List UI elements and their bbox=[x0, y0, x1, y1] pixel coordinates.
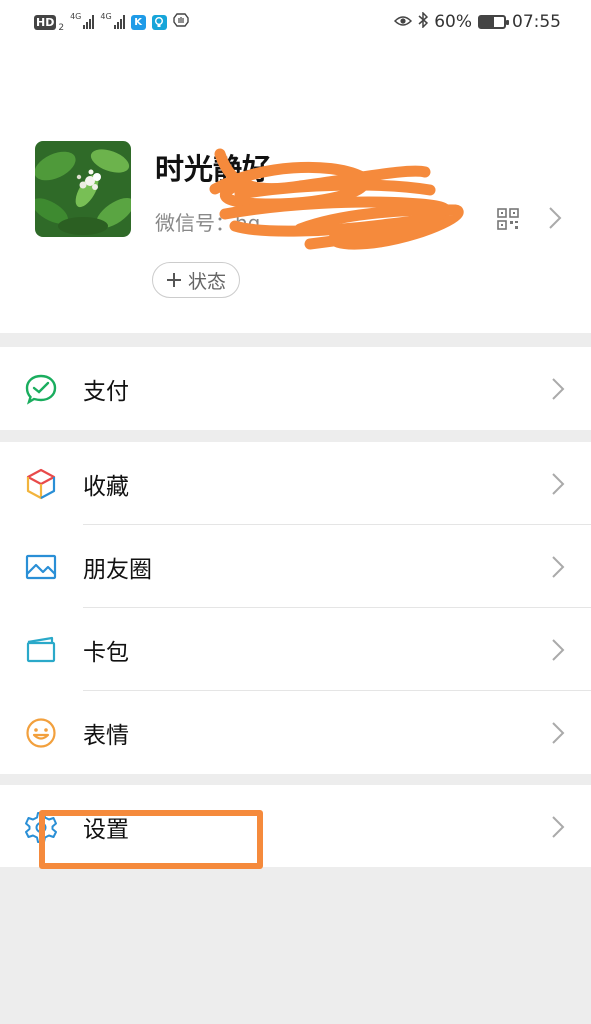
chevron-right-icon bbox=[552, 555, 565, 578]
avatar[interactable] bbox=[35, 141, 131, 237]
qr-code-icon[interactable] bbox=[497, 208, 519, 230]
network-type-label-2: 4G bbox=[100, 11, 112, 21]
wechat-id: 微信号：hq... bbox=[155, 211, 280, 235]
menu-item-favorites-label: 收藏 bbox=[83, 473, 129, 500]
picture-icon bbox=[25, 554, 57, 579]
chevron-right-icon bbox=[552, 721, 565, 744]
status-bar-right: 60% 07:55 bbox=[394, 10, 561, 33]
status-button-label: 状态 bbox=[187, 270, 226, 293]
chevron-right-icon bbox=[552, 472, 565, 495]
eye-icon bbox=[394, 12, 413, 32]
battery-percent: 60% bbox=[434, 12, 472, 32]
battery-icon bbox=[478, 15, 509, 29]
plus-icon bbox=[166, 273, 181, 287]
hd-sim-index: 2 bbox=[58, 22, 65, 33]
clock: 07:55 bbox=[512, 12, 561, 32]
status-bar-left: HD 2 4G 4G K bbox=[34, 12, 189, 33]
profile-nickname: 时光静好 bbox=[155, 152, 272, 186]
hand-icon bbox=[172, 12, 189, 33]
avatar-plant-image bbox=[35, 141, 131, 237]
network-type-label: 4G bbox=[70, 11, 82, 21]
profile-header[interactable]: 时光静好 微信号：hq... 状态 bbox=[0, 44, 591, 333]
menu-item-pay-label: 支付 bbox=[83, 378, 129, 405]
menu-item-moments[interactable]: 朋友圈 bbox=[0, 525, 591, 608]
empty-background bbox=[0, 867, 591, 1024]
chevron-right-icon bbox=[552, 377, 565, 400]
smiley-icon bbox=[26, 717, 56, 748]
chevron-right-icon bbox=[552, 815, 565, 838]
bluetooth-icon bbox=[418, 10, 429, 33]
menu-item-stickers[interactable]: 表情 bbox=[0, 691, 591, 774]
signal-icon bbox=[83, 15, 95, 29]
wallet-check-icon bbox=[25, 374, 57, 405]
menu-item-settings-label: 设置 bbox=[83, 816, 129, 843]
card-wallet-icon bbox=[26, 636, 56, 662]
menu-group-main: 收藏 朋友圈 卡包 表情 bbox=[0, 442, 591, 774]
menu-item-cards-label: 卡包 bbox=[83, 639, 129, 666]
menu-item-pay[interactable]: 支付 bbox=[0, 347, 591, 430]
bulb-app-icon bbox=[151, 14, 167, 30]
status-bar: HD 2 4G 4G K 60% 07:55 bbox=[0, 0, 591, 44]
chevron-right-icon bbox=[552, 638, 565, 661]
hd-volte-icon: HD bbox=[34, 14, 57, 30]
menu-item-stickers-label: 表情 bbox=[83, 722, 129, 749]
signal-icon-2 bbox=[113, 15, 125, 29]
menu-item-favorites[interactable]: 收藏 bbox=[0, 442, 591, 525]
menu-item-settings[interactable]: 设置 bbox=[0, 785, 591, 868]
app-k-icon: K bbox=[130, 14, 146, 30]
menu-item-cards[interactable]: 卡包 bbox=[0, 608, 591, 691]
gear-icon bbox=[25, 811, 57, 843]
menu-group-pay: 支付 bbox=[0, 347, 591, 430]
status-button[interactable]: 状态 bbox=[152, 262, 240, 298]
menu-group-settings: 设置 bbox=[0, 785, 591, 868]
menu-item-moments-label: 朋友圈 bbox=[83, 556, 152, 583]
cube-icon bbox=[26, 468, 56, 499]
chevron-right-icon bbox=[549, 207, 562, 229]
